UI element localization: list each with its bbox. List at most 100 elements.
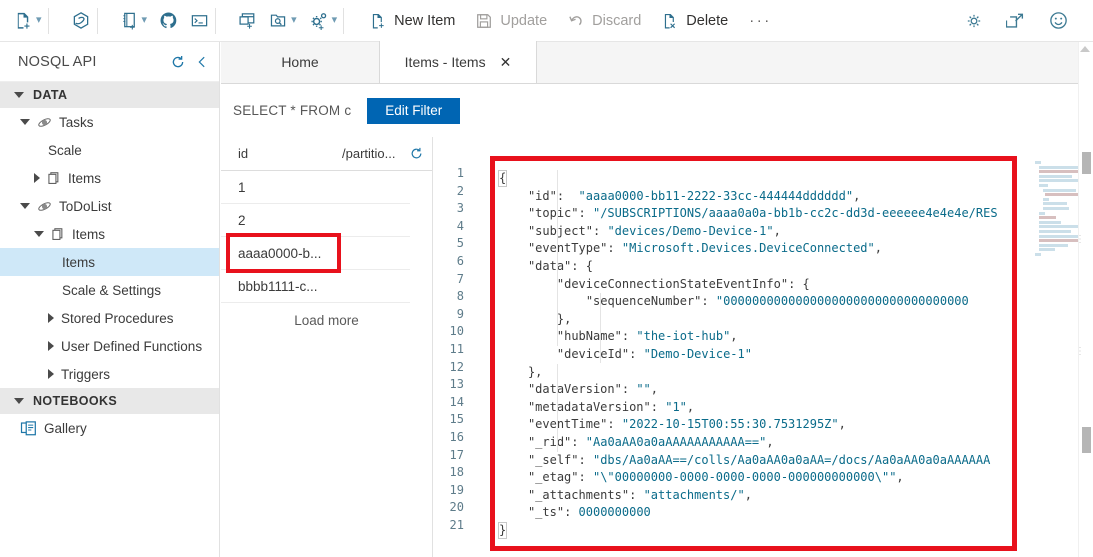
line-number: 10 — [449, 324, 464, 339]
terminal-button[interactable] — [184, 5, 215, 37]
code-line: "metadataVersion": "1", — [527, 399, 695, 414]
settings-plus-button[interactable]: ▾ — [303, 5, 344, 37]
settings-plus-icon — [309, 11, 329, 31]
cosmos-db-button[interactable] — [65, 5, 97, 37]
minimap-line — [1039, 239, 1079, 243]
sidebar-section-data[interactable]: DATA — [0, 82, 219, 108]
table-row[interactable]: bbbb1111-c... — [221, 270, 410, 303]
indent-guide — [557, 170, 558, 346]
open-query-button[interactable]: ▾ — [263, 5, 303, 37]
code-line: "sequenceNumber": "000000000000000000000… — [585, 294, 969, 309]
tab-items-items[interactable]: Items - Items ✕ — [379, 41, 537, 83]
container-icon — [47, 171, 61, 185]
sidebar-item-todolist[interactable]: ToDoList — [0, 192, 219, 220]
chevron-down-icon — [34, 231, 44, 237]
delete-label: Delete — [686, 12, 729, 29]
line-number: 6 — [456, 253, 464, 268]
code-line: "_ts": 0000000000 — [527, 505, 651, 520]
sidebar-item-label: Gallery — [44, 420, 87, 436]
sidebar-item-stored-procedures[interactable]: Stored Procedures — [0, 304, 219, 332]
scrollbar-thumb-top[interactable] — [1082, 152, 1091, 174]
chevron-right-icon — [48, 369, 54, 379]
table-row[interactable]: 1 — [221, 171, 410, 204]
sidebar-item-user-defined-functions[interactable]: User Defined Functions — [0, 332, 219, 360]
database-icon — [37, 115, 52, 130]
new-container-icon — [14, 11, 33, 30]
toolbar-overflow-button[interactable]: ··· — [739, 12, 782, 29]
new-notebook-icon — [120, 11, 139, 30]
line-number: 18 — [449, 465, 464, 480]
toolbar-group-notebook: ▾ — [106, 0, 225, 42]
item-id: 2 — [238, 212, 246, 228]
sidebar-item-items[interactable]: Items — [0, 220, 219, 248]
sidebar-item-label: Scale — [48, 142, 82, 158]
sidebar-section-notebooks[interactable]: NOTEBOOKS — [0, 388, 219, 414]
chevron-right-icon — [48, 341, 54, 351]
line-number: 12 — [449, 359, 464, 374]
edit-filter-button[interactable]: Edit Filter — [367, 97, 461, 124]
item-list-rows: 1 2 aaaa0000-b... bbbb1111-c... — [221, 171, 432, 303]
sidebar-item-scale-settings[interactable]: Scale & Settings — [0, 276, 219, 304]
github-button[interactable] — [153, 5, 184, 37]
page-scrollbar[interactable]: ⋮ ⋮ — [1075, 42, 1093, 557]
sidebar-item-scale[interactable]: Scale — [0, 136, 219, 164]
sidebar-item-triggers[interactable]: Triggers — [0, 360, 219, 388]
code-line: } — [497, 521, 508, 539]
json-code-content[interactable]: { "id": "aaaa0000-bb11-2222-33cc-444444d… — [495, 161, 1012, 546]
scrollbar-track[interactable] — [1082, 42, 1091, 557]
new-sql-query-button[interactable] — [232, 5, 263, 37]
sidebar-item-label: Items — [68, 170, 102, 186]
toolbar-divider — [215, 7, 217, 34]
refresh-icon[interactable] — [409, 146, 424, 161]
minimap-line — [1039, 220, 1061, 224]
container-icon — [51, 227, 65, 241]
new-notebook-button[interactable]: ▾ — [114, 5, 154, 37]
delete-item-icon — [661, 12, 679, 30]
sidebar-title: NOSQL API — [18, 53, 97, 70]
minimap-line — [1039, 243, 1069, 247]
sidebar-item-label: Tasks — [59, 114, 94, 130]
cosmos-db-icon — [71, 11, 91, 31]
table-row[interactable]: aaaa0000-b... — [221, 237, 410, 270]
minimap-line — [1043, 206, 1069, 210]
close-icon[interactable]: ✕ — [500, 55, 512, 69]
chevron-left-icon[interactable] — [195, 55, 209, 69]
delete-button[interactable]: Delete — [652, 4, 737, 38]
item-row-highlight-wrapper: aaaa0000-b... — [221, 233, 432, 273]
save-icon — [475, 12, 493, 30]
tab-strip: Home Items - Items ✕ — [221, 41, 1093, 84]
line-number: 8 — [456, 289, 464, 304]
item-id: bbbb1111-c... — [238, 278, 318, 294]
scrollbar-thumb-bottom[interactable] — [1082, 427, 1091, 453]
chevron-down-icon — [14, 398, 24, 404]
editor-minimap[interactable] — [1035, 161, 1079, 541]
toolbar-group-right — [950, 0, 1093, 42]
sidebar-item-tasks[interactable]: Tasks — [0, 108, 219, 136]
line-number: 21 — [449, 517, 464, 532]
editor-line-numbers: 1 2 3 4 5 6 7 8 9 10 11 12 13 14 15 16 17 18 19 20 21 — [434, 165, 468, 534]
new-container-button[interactable]: ▾ — [8, 5, 48, 37]
sidebar-item-label: ToDoList — [59, 198, 112, 214]
load-more-button[interactable]: Load more — [221, 303, 432, 337]
line-number: 11 — [449, 341, 464, 356]
terminal-icon — [190, 11, 209, 30]
code-line: "topic": "/SUBSCRIPTIONS/aaaa0a0a-bb1b-c… — [527, 206, 998, 221]
sidebar-item-gallery[interactable]: Gallery — [0, 414, 219, 442]
minimap-line — [1039, 216, 1057, 220]
sidebar-item-label: Scale & Settings — [62, 282, 162, 298]
discard-button[interactable]: Discard — [558, 4, 650, 38]
sidebar-item-label: User Defined Functions — [61, 338, 203, 354]
tab-home[interactable]: Home — [221, 41, 379, 83]
table-row[interactable]: 2 — [221, 204, 410, 237]
refresh-icon[interactable] — [170, 54, 186, 70]
sidebar-item-items[interactable]: Items — [0, 164, 219, 192]
new-item-button[interactable]: New Item — [360, 4, 464, 38]
update-button[interactable]: Update — [466, 4, 556, 38]
line-number: 7 — [456, 271, 464, 286]
feedback-smiley-icon — [1048, 10, 1069, 31]
sidebar-item-items[interactable]: Items — [0, 248, 219, 276]
settings-button[interactable] — [958, 5, 990, 37]
open-in-new-button[interactable] — [1000, 5, 1032, 37]
undo-icon — [567, 12, 585, 30]
feedback-button[interactable] — [1042, 5, 1075, 37]
